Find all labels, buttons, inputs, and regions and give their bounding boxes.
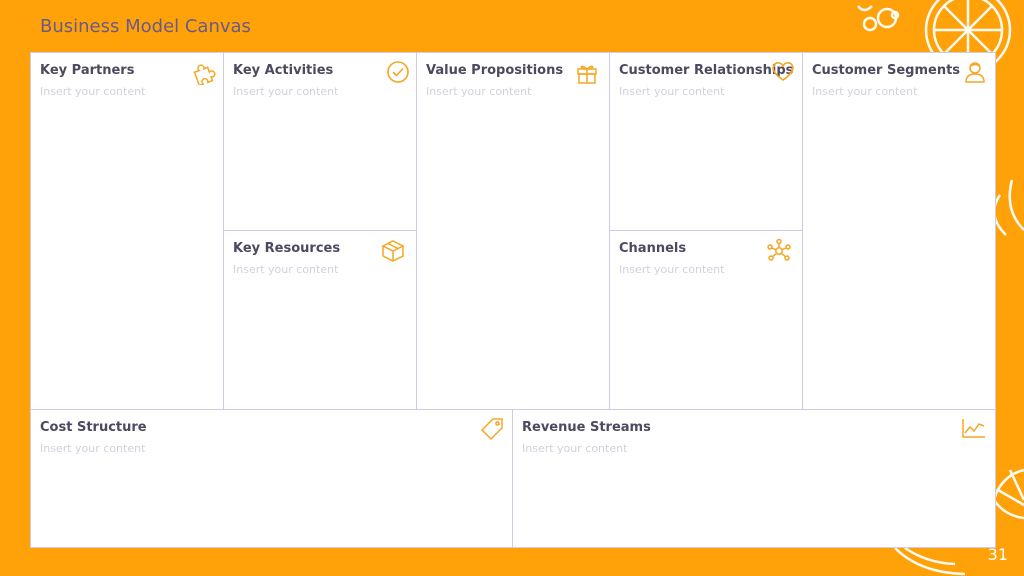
cell-title: Customer Segments <box>812 63 961 78</box>
cell-content[interactable]: Insert your content <box>619 85 724 98</box>
page-title: Business Model Canvas <box>40 16 251 37</box>
gift-icon <box>577 65 597 84</box>
cell-title: Key Partners <box>40 63 135 78</box>
cell-title: Cost Structure <box>40 420 147 435</box>
box-icon <box>381 240 405 262</box>
heart-icon <box>772 62 794 81</box>
cell-content[interactable]: Insert your content <box>40 85 145 98</box>
network-icon <box>767 238 791 261</box>
cell-content[interactable]: Insert your content <box>426 85 531 98</box>
page-number: 31 <box>987 545 1008 564</box>
cell-cost-structure[interactable]: Cost Structure Insert your content <box>30 409 513 548</box>
cell-key-resources[interactable]: Key Resources Insert your content <box>223 230 417 410</box>
cell-customer-relationships[interactable]: Customer Relationships Insert your conte… <box>609 52 803 231</box>
cell-title: Value Propositions <box>426 63 564 78</box>
cell-content[interactable]: Insert your content <box>233 85 338 98</box>
cell-title: Key Activities <box>233 63 334 78</box>
cell-content[interactable]: Insert your content <box>233 263 338 276</box>
tag-icon <box>480 418 503 441</box>
cell-value-propositions[interactable]: Value Propositions Insert your content <box>416 52 610 410</box>
cell-key-activities[interactable]: Key Activities Insert your content <box>223 52 417 231</box>
cell-channels[interactable]: Channels Insert your content <box>609 230 803 410</box>
cell-title: Revenue Streams <box>522 420 651 435</box>
cell-title: Key Resources <box>233 241 341 256</box>
cell-content[interactable]: Insert your content <box>522 442 627 455</box>
cell-customer-segments[interactable]: Customer Segments Insert your content <box>802 52 996 410</box>
cell-content[interactable]: Insert your content <box>40 442 145 455</box>
cell-title: Customer Relationships <box>619 63 794 78</box>
cell-title: Channels <box>619 241 687 256</box>
cell-key-partners[interactable]: Key Partners Insert your content <box>30 52 224 410</box>
cell-revenue-streams[interactable]: Revenue Streams Insert your content <box>512 409 996 548</box>
check-circle-icon <box>387 61 409 83</box>
cell-content[interactable]: Insert your content <box>812 85 917 98</box>
person-icon <box>965 62 985 83</box>
cell-content[interactable]: Insert your content <box>619 263 724 276</box>
line-chart-icon <box>962 419 985 438</box>
business-model-canvas: Key Partners Insert your content Key Act… <box>30 52 996 548</box>
puzzle-icon <box>193 64 216 85</box>
